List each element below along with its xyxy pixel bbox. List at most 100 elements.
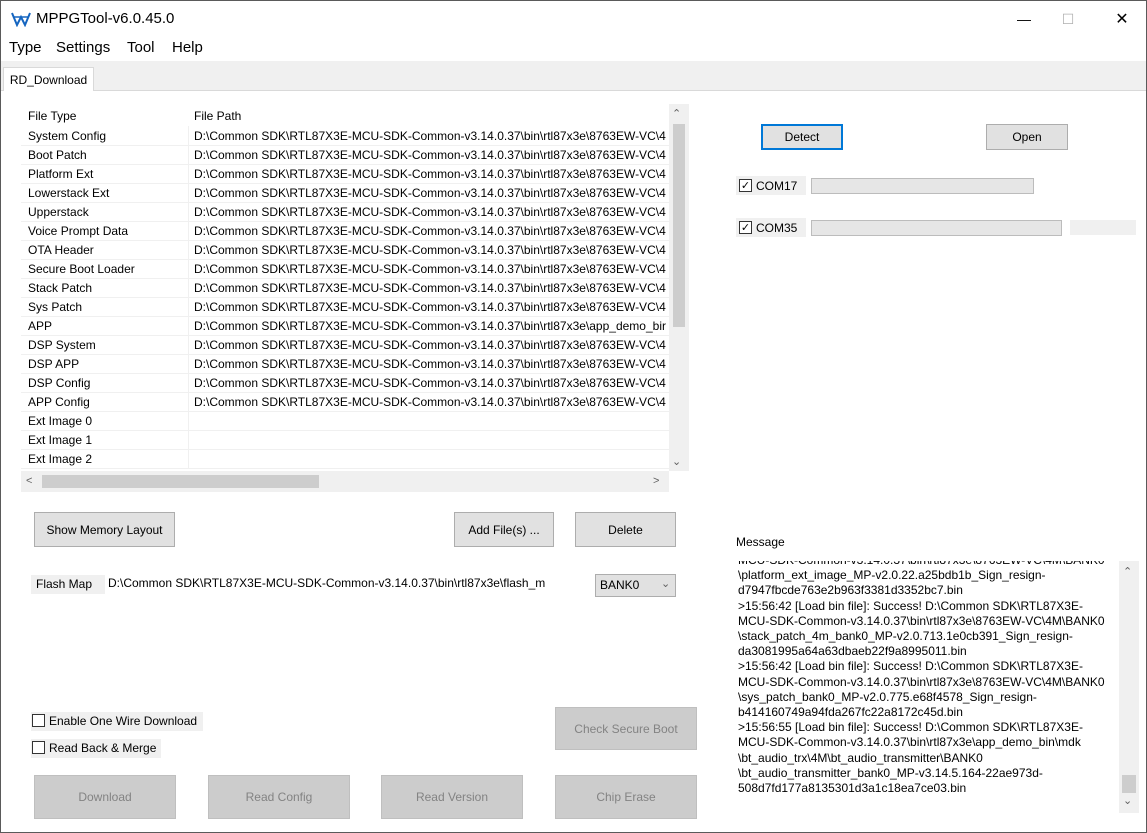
- file-path-cell[interactable]: D:\Common SDK\RTL87X3E-MCU-SDK-Common-v3…: [194, 300, 666, 314]
- header-file-path[interactable]: File Path: [194, 109, 241, 123]
- file-path-cell[interactable]: D:\Common SDK\RTL87X3E-MCU-SDK-Common-v3…: [194, 205, 666, 219]
- scroll-up-icon[interactable]: ⌃: [672, 107, 681, 120]
- file-type-cell: Secure Boot Loader: [28, 262, 135, 276]
- file-path-cell[interactable]: D:\Common SDK\RTL87X3E-MCU-SDK-Common-v3…: [194, 357, 666, 371]
- check-secure-boot-button[interactable]: Check Secure Boot: [555, 707, 697, 750]
- read-config-button[interactable]: Read Config: [208, 775, 350, 819]
- file-path-cell[interactable]: D:\Common SDK\RTL87X3E-MCU-SDK-Common-v3…: [194, 148, 666, 162]
- chip-erase-button[interactable]: Chip Erase: [555, 775, 697, 819]
- file-type-cell: Stack Patch: [28, 281, 93, 295]
- column-divider: [188, 392, 189, 411]
- close-button[interactable]: ✕: [1099, 1, 1145, 37]
- table-row[interactable]: OTA Header D:\Common SDK\RTL87X3E-MCU-SDK…: [21, 240, 669, 260]
- file-path-cell[interactable]: D:\Common SDK\RTL87X3E-MCU-SDK-Common-v3…: [194, 395, 666, 409]
- table-row[interactable]: Platform Ext D:\Common SDK\RTL87X3E-MCU-S…: [21, 164, 669, 184]
- table-row[interactable]: Lowerstack Ext D:\Common SDK\RTL87X3E-MCU…: [21, 183, 669, 203]
- file-table-vertical-scroll-thumb[interactable]: [673, 124, 685, 327]
- message-log[interactable]: MCU-SDK-Common-v3.14.0.37\bin\rtl87x3e\8…: [733, 561, 1119, 813]
- scroll-right-icon[interactable]: >: [653, 475, 659, 487]
- message-scroll-down-icon[interactable]: ⌄: [1123, 794, 1132, 807]
- file-path-cell[interactable]: D:\Common SDK\RTL87X3E-MCU-SDK-Common-v3…: [194, 376, 666, 390]
- menu-help[interactable]: Help: [172, 39, 203, 56]
- message-line: \bt_audio_trx\4M\bt_audio_transmitter\BA…: [738, 750, 983, 765]
- open-button[interactable]: Open: [986, 124, 1068, 150]
- table-row[interactable]: Ext Image 1: [21, 430, 669, 450]
- file-path-cell[interactable]: D:\Common SDK\RTL87X3E-MCU-SDK-Common-v3…: [194, 129, 666, 143]
- message-line: >15:56:55 [Load bin file]: Success! D:\C…: [738, 720, 1083, 735]
- file-path-cell[interactable]: D:\Common SDK\RTL87X3E-MCU-SDK-Common-v3…: [194, 281, 666, 295]
- column-divider: [188, 373, 189, 392]
- table-row[interactable]: APP D:\Common SDK\RTL87X3E-MCU-SDK-Common…: [21, 316, 669, 336]
- file-type-cell: Ext Image 2: [28, 452, 93, 466]
- column-divider: [188, 354, 189, 373]
- table-row[interactable]: DSP APP D:\Common SDK\RTL87X3E-MCU-SDK-Co…: [21, 354, 669, 374]
- table-row[interactable]: Ext Image 2: [21, 449, 669, 469]
- message-scroll-up-icon[interactable]: ⌃: [1123, 565, 1132, 578]
- main-window: MPPGTool-v6.0.45.0 — ☐ ✕ Type Settings T…: [0, 0, 1147, 833]
- table-row[interactable]: Stack Patch D:\Common SDK\RTL87X3E-MCU-SD…: [21, 278, 669, 298]
- com35-progress-bar: [811, 220, 1062, 236]
- table-row[interactable]: Boot Patch D:\Common SDK\RTL87X3E-MCU-SDK…: [21, 145, 669, 165]
- detect-button[interactable]: Detect: [761, 124, 843, 150]
- file-type-cell: Sys Patch: [28, 300, 83, 314]
- table-row[interactable]: Voice Prompt Data D:\Common SDK\RTL87X3E-…: [21, 221, 669, 241]
- table-row[interactable]: DSP Config D:\Common SDK\RTL87X3E-MCU-SDK…: [21, 373, 669, 393]
- column-divider: [188, 259, 189, 278]
- com35-checkbox[interactable]: ✓: [739, 221, 752, 234]
- file-path-cell[interactable]: D:\Common SDK\RTL87X3E-MCU-SDK-Common-v3…: [194, 262, 666, 276]
- com17-label[interactable]: COM17: [756, 179, 797, 193]
- read-version-button[interactable]: Read Version: [381, 775, 523, 819]
- one-wire-label[interactable]: Enable One Wire Download: [49, 714, 197, 728]
- scroll-left-icon[interactable]: <: [26, 475, 32, 487]
- column-divider: [188, 316, 189, 335]
- table-row[interactable]: Ext Image 0: [21, 411, 669, 431]
- column-divider: [188, 164, 189, 183]
- message-line: 508d7fd177a8135301d3a1c18ea7ce03.bin: [738, 781, 967, 795]
- tab-rd-download[interactable]: RD_Download: [3, 67, 94, 91]
- com35-label[interactable]: COM35: [756, 221, 797, 235]
- file-table-horizontal-scroll-thumb[interactable]: [42, 475, 319, 488]
- download-button[interactable]: Download: [34, 775, 176, 819]
- message-line: \stack_patch_4m_bank0_MP-v2.0.713.1e0cb3…: [738, 629, 1073, 643]
- file-path-cell[interactable]: D:\Common SDK\RTL87X3E-MCU-SDK-Common-v3…: [194, 243, 666, 257]
- message-line: MCU-SDK-Common-v3.14.0.37\bin\rtl87x3e\8…: [738, 613, 1105, 628]
- bank-select-value: BANK0: [600, 578, 640, 592]
- file-path-cell[interactable]: D:\Common SDK\RTL87X3E-MCU-SDK-Common-v3…: [194, 224, 666, 238]
- read-back-checkbox[interactable]: [32, 741, 45, 754]
- message-line: MCU-SDK-Common-v3.14.0.37\bin\rtl87x3e\8…: [738, 561, 1105, 568]
- read-back-label[interactable]: Read Back & Merge: [49, 741, 156, 755]
- message-line: da3081995a64a63dbaeb22f9a8995011.bin: [738, 644, 967, 659]
- menu-settings[interactable]: Settings: [56, 39, 110, 56]
- minimize-button[interactable]: —: [1001, 1, 1047, 37]
- message-line: b414160749a94fda267fc22a8172c45d.bin: [738, 705, 963, 719]
- file-type-cell: APP: [28, 319, 53, 333]
- file-type-cell: System Config: [28, 129, 107, 143]
- message-label: Message: [736, 535, 785, 549]
- table-row[interactable]: Sys Patch D:\Common SDK\RTL87X3E-MCU-SDK-…: [21, 297, 669, 317]
- menu-type[interactable]: Type: [9, 39, 42, 56]
- one-wire-checkbox[interactable]: [32, 714, 45, 727]
- com17-checkbox[interactable]: ✓: [739, 179, 752, 192]
- menu-tool[interactable]: Tool: [127, 39, 155, 56]
- message-scroll-thumb[interactable]: [1122, 775, 1136, 793]
- table-row[interactable]: Secure Boot Loader D:\Common SDK\RTL87X3E…: [21, 259, 669, 279]
- table-row[interactable]: Upperstack D:\Common SDK\RTL87X3E-MCU-SDK…: [21, 202, 669, 222]
- chevron-down-icon[interactable]: ⌄: [661, 577, 670, 590]
- file-path-cell[interactable]: D:\Common SDK\RTL87X3E-MCU-SDK-Common-v3…: [194, 338, 666, 352]
- table-row[interactable]: System Config D:\Common SDK\RTL87X3E-MCU-…: [21, 126, 669, 146]
- file-type-cell: DSP System: [28, 338, 96, 352]
- maximize-button[interactable]: ☐: [1045, 1, 1091, 37]
- show-memory-layout-button[interactable]: Show Memory Layout: [34, 512, 175, 547]
- flash-map-label: Flash Map: [36, 577, 93, 591]
- file-table-header: File Type File Path: [21, 104, 669, 126]
- file-path-cell[interactable]: D:\Common SDK\RTL87X3E-MCU-SDK-Common-v3…: [194, 319, 666, 333]
- column-divider: [188, 449, 189, 468]
- file-path-cell[interactable]: D:\Common SDK\RTL87X3E-MCU-SDK-Common-v3…: [194, 167, 666, 181]
- delete-button[interactable]: Delete: [575, 512, 676, 547]
- table-row[interactable]: APP Config D:\Common SDK\RTL87X3E-MCU-SDK…: [21, 392, 669, 412]
- add-files-button[interactable]: Add File(s) ...: [454, 512, 554, 547]
- scroll-down-icon[interactable]: ⌄: [672, 455, 681, 468]
- file-path-cell[interactable]: D:\Common SDK\RTL87X3E-MCU-SDK-Common-v3…: [194, 186, 666, 200]
- table-row[interactable]: DSP System D:\Common SDK\RTL87X3E-MCU-SDK…: [21, 335, 669, 355]
- header-file-type[interactable]: File Type: [28, 109, 76, 123]
